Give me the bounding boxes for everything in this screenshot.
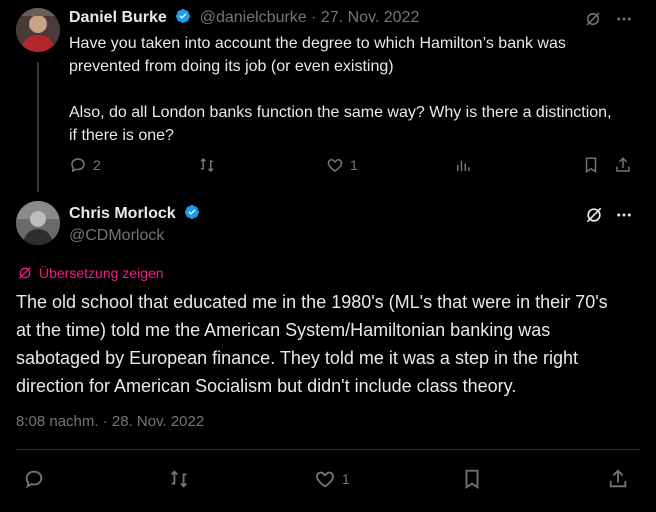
avatar-daniel-burke[interactable] (16, 8, 60, 52)
reply-text-line: if there is one? (69, 127, 174, 144)
heart-icon (316, 471, 334, 488)
main-header: Chris Morlock (69, 204, 200, 223)
date-separator: · (311, 9, 317, 26)
bookmark-icon (465, 469, 479, 489)
like-button[interactable]: 1 (314, 468, 350, 490)
share-button[interactable] (614, 156, 632, 174)
time-separator: · (102, 413, 108, 430)
thread-line (37, 62, 39, 192)
retweet-button[interactable] (198, 156, 222, 174)
heart-icon (327, 158, 343, 172)
main-tweet-text: The old school that educated me in the 1… (16, 288, 608, 400)
translate-icon (19, 267, 31, 279)
author-name[interactable]: Chris Morlock (69, 205, 176, 222)
analytics-icon (457, 160, 470, 171)
bookmark-icon (585, 157, 597, 174)
bookmark-button[interactable] (582, 156, 600, 174)
like-button[interactable]: 1 (326, 156, 358, 174)
retweet-icon (200, 157, 214, 173)
more-options-icon[interactable] (614, 10, 634, 33)
grok-icon[interactable] (584, 205, 604, 230)
share-icon (616, 157, 630, 172)
retweet-button[interactable] (168, 468, 190, 490)
reply-text-line: prevented from doing its job (or even ex… (69, 58, 394, 75)
main-text-line: direction for American Socialism but did… (16, 376, 517, 396)
main-text-line: sabotaged by European finance. They told… (16, 348, 579, 368)
views-button[interactable] (454, 156, 472, 174)
reply-count: 2 (93, 157, 101, 173)
tweet-date: 28. Nov. 2022 (111, 413, 205, 430)
reply-text: Have you taken into account the degree t… (69, 32, 612, 147)
share-icon (609, 469, 627, 488)
reply-header: Daniel Burke @danielcburke · 27. Nov. 20… (69, 8, 419, 27)
tweet-time: 8:08 nachm. (16, 413, 99, 430)
author-handle[interactable]: @CDMorlock (69, 227, 164, 245)
reply-icon (25, 470, 43, 489)
reply-icon (71, 158, 85, 173)
translate-link[interactable]: Übersetzung zeigen (17, 265, 164, 281)
author-handle[interactable]: @danielcburke (200, 9, 307, 26)
translate-label: Übersetzung zeigen (39, 265, 164, 281)
reply-button[interactable] (23, 468, 45, 490)
like-count: 1 (342, 471, 350, 487)
tweet-date[interactable]: 27. Nov. 2022 (321, 9, 419, 26)
verified-badge-icon (185, 205, 200, 219)
reply-text-line: Also, do all London banks function the s… (69, 104, 612, 121)
share-button[interactable] (607, 468, 629, 490)
tweet-timestamp[interactable]: 8:08 nachm. · 28. Nov. 2022 (16, 413, 204, 430)
divider (16, 449, 640, 450)
retweet-icon (171, 470, 187, 488)
reply-text-line: Have you taken into account the degree t… (69, 35, 566, 52)
more-options-icon[interactable] (614, 206, 634, 229)
reply-button[interactable]: 2 (69, 156, 101, 174)
verified-badge-icon (176, 9, 191, 23)
like-count: 1 (350, 157, 358, 173)
main-text-line: at the time) told me the American System… (16, 320, 551, 340)
grok-icon[interactable] (584, 10, 602, 33)
avatar-chris-morlock[interactable] (16, 201, 60, 245)
main-text-line: The old school that educated me in the 1… (16, 292, 608, 312)
bookmark-button[interactable] (461, 468, 483, 490)
author-name[interactable]: Daniel Burke (69, 9, 167, 26)
